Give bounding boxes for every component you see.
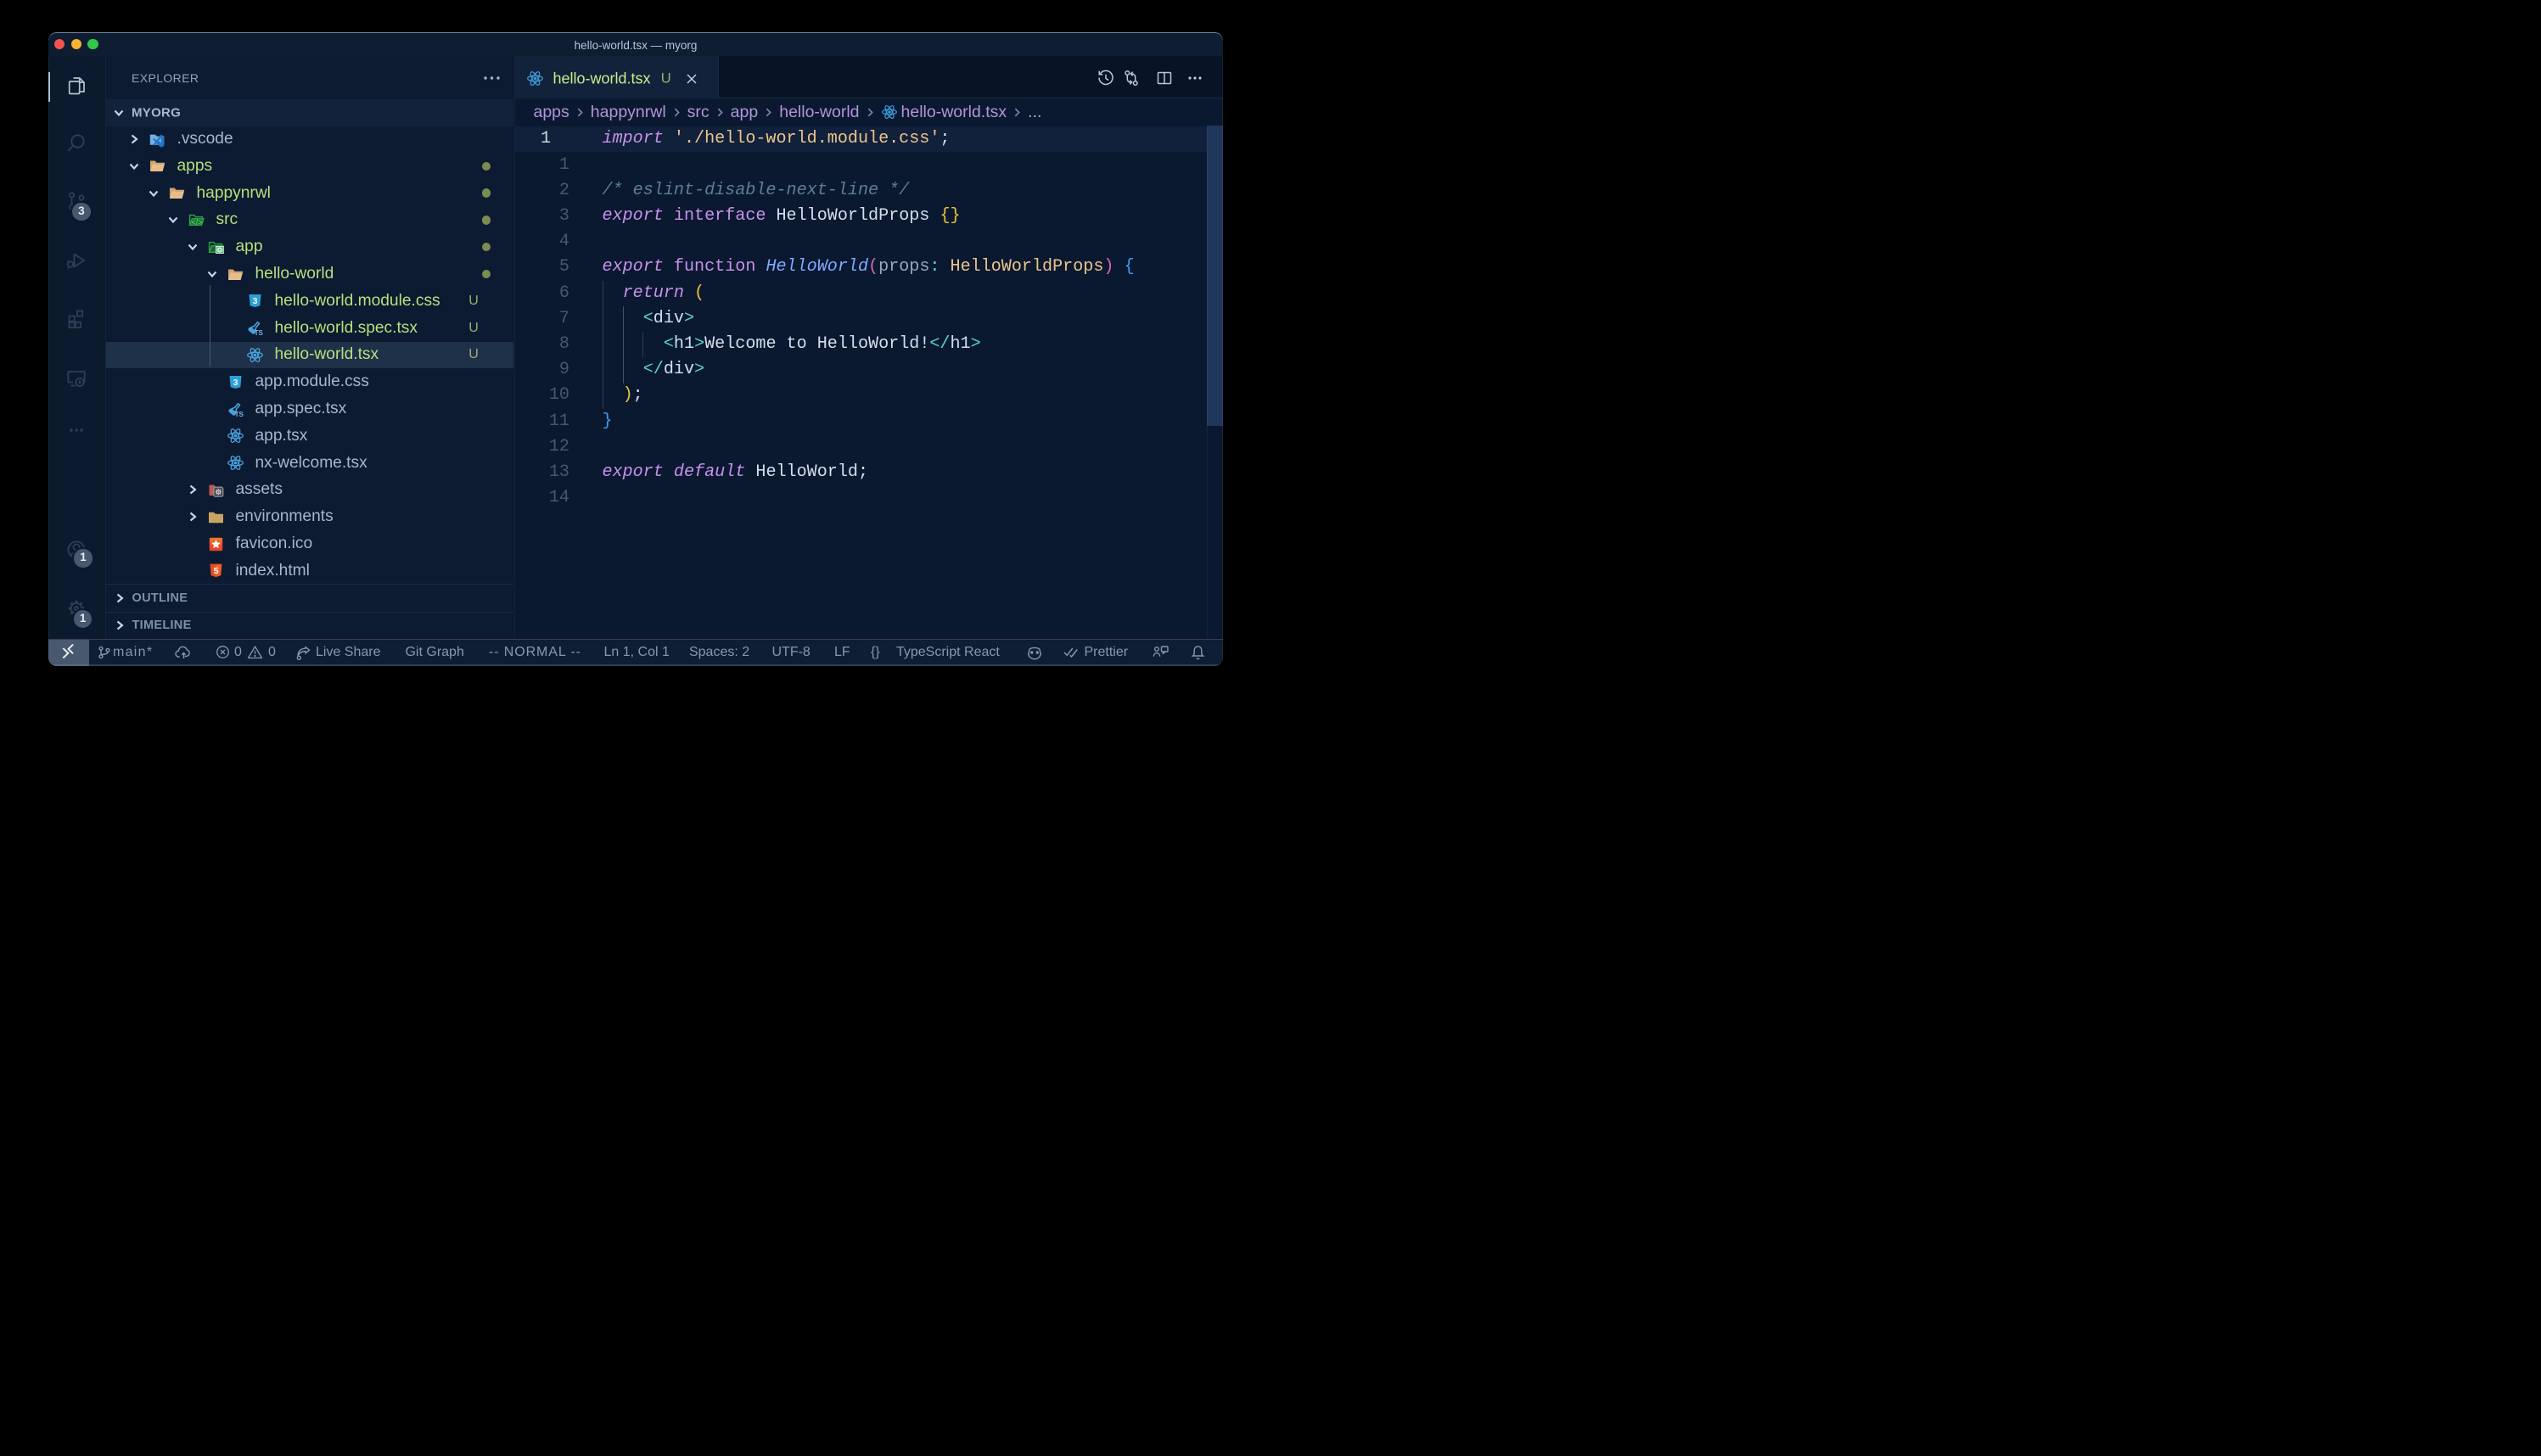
svg-text:TS: TS [235,411,244,418]
svg-text:3: 3 [253,296,258,306]
svg-text:TS: TS [255,329,264,337]
svg-text:</>: </> [191,218,202,227]
svg-text:5: 5 [214,566,219,576]
svg-text:3: 3 [233,378,238,388]
